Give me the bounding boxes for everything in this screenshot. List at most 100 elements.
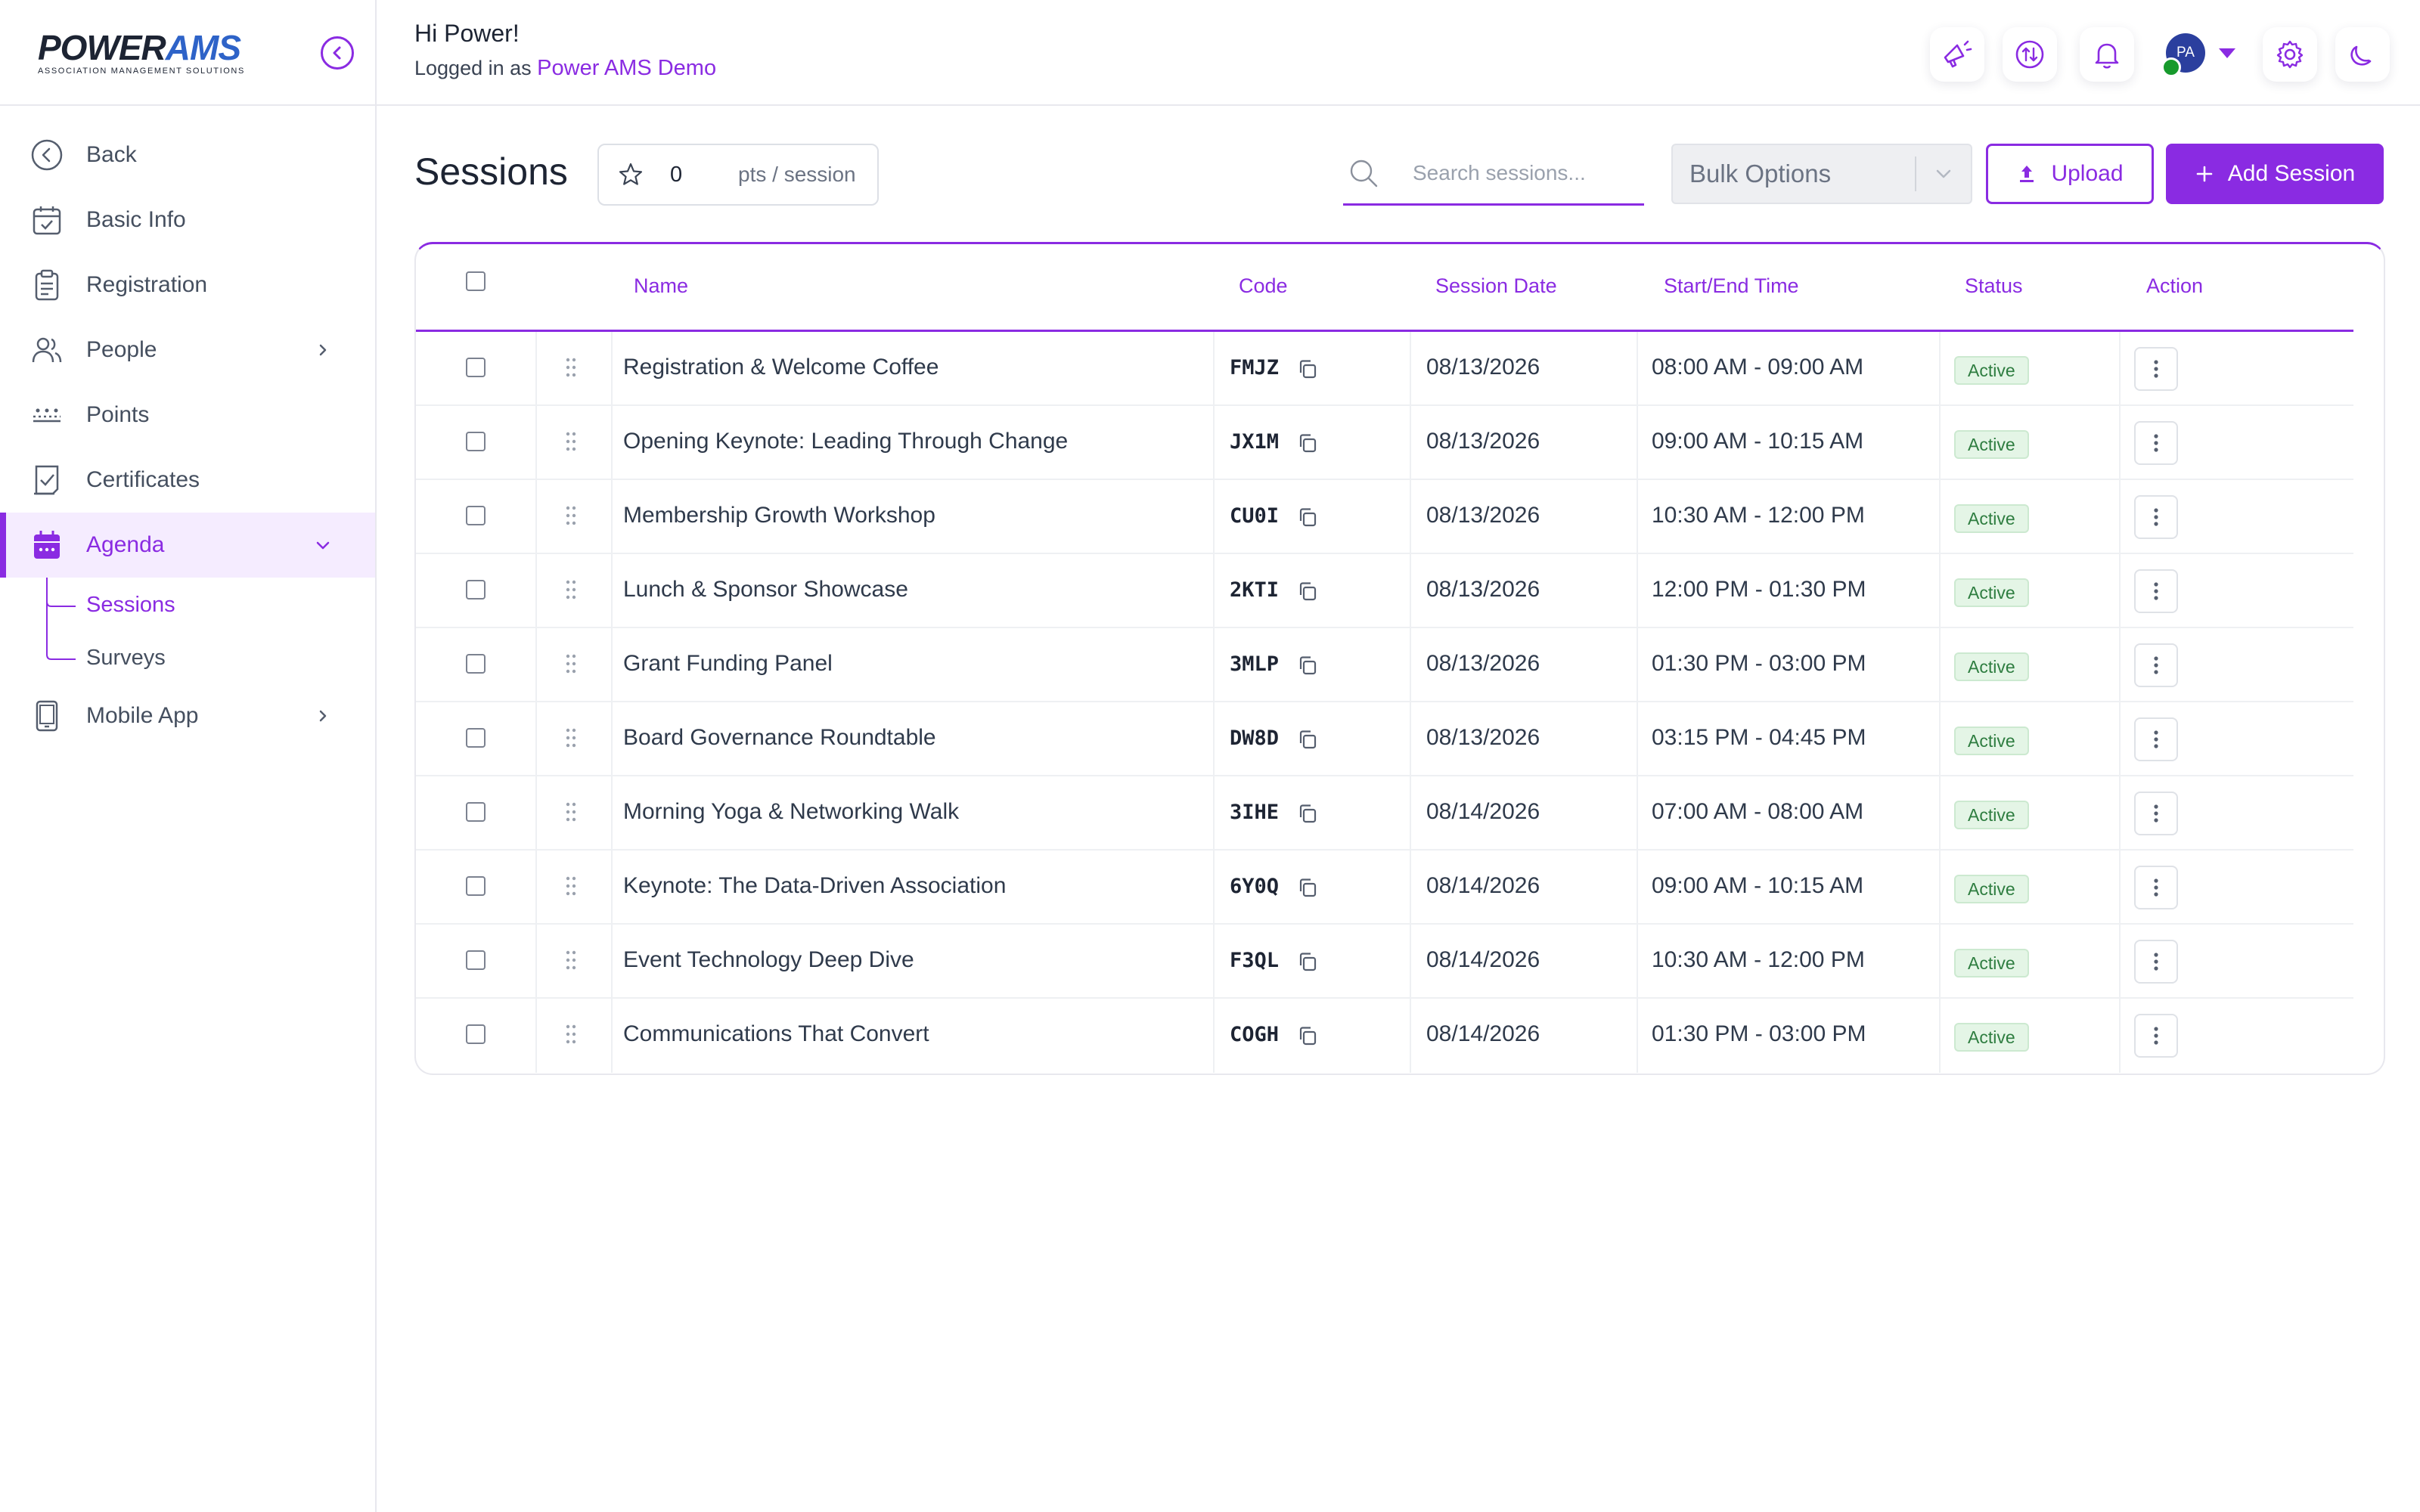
drag-handle-icon[interactable] (564, 504, 578, 527)
sidebar-item-agenda[interactable]: Agenda (0, 513, 375, 578)
table-row[interactable]: Communications That Convert COGH 08/14/202… (416, 999, 2353, 1073)
add-session-button[interactable]: Add Session (2166, 144, 2384, 204)
row-actions-button[interactable] (2134, 792, 2178, 835)
drag-handle-icon[interactable] (564, 578, 578, 601)
session-time: 07:00 AM - 08:00 AM (1652, 799, 1864, 824)
row-actions-button[interactable] (2134, 940, 2178, 984)
notifications-button[interactable] (2080, 27, 2134, 82)
copy-icon[interactable] (1296, 950, 1319, 973)
row-actions-button[interactable] (2134, 643, 2178, 687)
row-checkbox[interactable] (466, 506, 486, 525)
copy-icon[interactable] (1296, 580, 1319, 603)
search-sessions-input[interactable]: Search sessions... (1343, 142, 1644, 206)
session-name[interactable]: Event Technology Deep Dive (623, 947, 914, 973)
column-separator (1637, 776, 1638, 850)
row-checkbox[interactable] (466, 654, 486, 674)
copy-icon[interactable] (1296, 802, 1319, 825)
session-name[interactable]: Lunch & Sponsor Showcase (623, 577, 908, 603)
row-actions-button[interactable] (2134, 347, 2178, 391)
announcements-button[interactable] (1930, 27, 1984, 82)
session-name[interactable]: Membership Growth Workshop (623, 503, 935, 528)
table-row[interactable]: Keynote: The Data-Driven Association 6Y0Q… (416, 850, 2353, 925)
row-checkbox[interactable] (466, 358, 486, 377)
organization-link[interactable]: Power AMS Demo (537, 56, 716, 80)
table-row[interactable]: Lunch & Sponsor Showcase 2KTI 08/13/2026 12… (416, 554, 2353, 628)
row-actions-button[interactable] (2134, 569, 2178, 613)
column-header-status[interactable]: Status (1965, 274, 2023, 298)
row-actions-button[interactable] (2134, 421, 2178, 465)
session-time: 09:00 AM - 10:15 AM (1652, 429, 1864, 454)
table-row[interactable]: Opening Keynote: Leading Through Change J… (416, 406, 2353, 480)
search-placeholder: Search sessions... (1413, 160, 1586, 184)
row-actions-button[interactable] (2134, 866, 2178, 909)
sidebar-item-mobile-app[interactable]: Mobile App (0, 683, 375, 748)
sidebar-item-points[interactable]: Points (0, 383, 375, 448)
row-checkbox[interactable] (466, 728, 486, 748)
sidebar-item-people[interactable]: People (0, 318, 375, 383)
brand-logo[interactable]: POWERAMS ASSOCIATION MANAGEMENT SOLUTION… (38, 30, 265, 76)
drag-handle-icon[interactable] (564, 875, 578, 897)
session-name[interactable]: Registration & Welcome Coffee (623, 355, 939, 380)
row-checkbox[interactable] (466, 802, 486, 822)
row-actions-button[interactable] (2134, 717, 2178, 761)
session-name[interactable]: Board Governance Roundtable (623, 725, 936, 751)
sidebar-subitem-sessions[interactable]: Sessions (86, 593, 175, 618)
table-row[interactable]: Registration & Welcome Coffee FMJZ 08/13/2… (416, 332, 2353, 406)
row-checkbox[interactable] (466, 950, 486, 970)
table-row[interactable]: Membership Growth Workshop CU0I 08/13/2026… (416, 480, 2353, 554)
more-vertical-icon (2154, 878, 2158, 897)
drag-handle-icon[interactable] (564, 430, 578, 453)
table-row[interactable]: Morning Yoga & Networking Walk 3IHE 08/14/… (416, 776, 2353, 850)
session-name[interactable]: Communications That Convert (623, 1021, 929, 1047)
column-header-session-date[interactable]: Session Date (1435, 274, 1557, 298)
row-actions-button[interactable] (2134, 495, 2178, 539)
points-value[interactable]: 0 (670, 163, 715, 187)
copy-icon[interactable] (1296, 876, 1319, 899)
row-actions-button[interactable] (2134, 1014, 2178, 1058)
collapse-sidebar-button[interactable] (321, 36, 354, 70)
column-header-name[interactable]: Name (634, 274, 688, 298)
drag-handle-icon[interactable] (564, 801, 578, 823)
sidebar-subitem-surveys[interactable]: Surveys (86, 646, 166, 671)
row-checkbox[interactable] (466, 1024, 486, 1044)
bulk-options-select[interactable]: Bulk Options (1671, 144, 1972, 204)
copy-icon[interactable] (1296, 1024, 1319, 1047)
upload-button[interactable]: Upload (1986, 144, 2154, 204)
switch-button[interactable] (2003, 27, 2057, 82)
row-checkbox[interactable] (466, 876, 486, 896)
sidebar-item-certificates[interactable]: Certificates (0, 448, 375, 513)
points-per-session-field[interactable]: 0 pts / session (597, 144, 879, 206)
table-row[interactable]: Grant Funding Panel 3MLP 08/13/2026 01:30 P… (416, 628, 2353, 702)
select-all-checkbox[interactable] (466, 271, 486, 291)
table-row[interactable]: Board Governance Roundtable DW8D 08/13/202… (416, 702, 2353, 776)
table-row[interactable]: Event Technology Deep Dive F3QL 08/14/2026… (416, 925, 2353, 999)
session-date: 08/14/2026 (1426, 947, 1540, 972)
column-header-code[interactable]: Code (1239, 274, 1288, 298)
settings-button[interactable] (2263, 27, 2317, 82)
drag-handle-icon[interactable] (564, 652, 578, 675)
column-separator (1410, 554, 1411, 628)
drag-handle-icon[interactable] (564, 1023, 578, 1046)
session-code: FMJZ (1230, 356, 1280, 380)
sidebar-item-basic-info[interactable]: Basic Info (0, 187, 375, 253)
copy-icon[interactable] (1296, 432, 1319, 454)
row-checkbox[interactable] (466, 580, 486, 600)
column-header-time[interactable]: Start/End Time (1664, 274, 1799, 298)
sidebar-item-registration[interactable]: Registration (0, 253, 375, 318)
session-name[interactable]: Morning Yoga & Networking Walk (623, 799, 959, 825)
drag-handle-icon[interactable] (564, 356, 578, 379)
column-separator (1939, 925, 1941, 999)
dark-mode-toggle[interactable] (2335, 27, 2390, 82)
column-separator (1213, 628, 1215, 702)
session-name[interactable]: Opening Keynote: Leading Through Change (623, 429, 1068, 454)
copy-icon[interactable] (1296, 728, 1319, 751)
drag-handle-icon[interactable] (564, 727, 578, 749)
row-checkbox[interactable] (466, 432, 486, 451)
session-name[interactable]: Keynote: The Data-Driven Association (623, 873, 1006, 899)
copy-icon[interactable] (1296, 654, 1319, 677)
copy-icon[interactable] (1296, 506, 1319, 528)
drag-handle-icon[interactable] (564, 949, 578, 971)
session-name[interactable]: Grant Funding Panel (623, 651, 833, 677)
copy-icon[interactable] (1296, 358, 1319, 380)
sidebar-item-back[interactable]: Back (0, 122, 375, 187)
